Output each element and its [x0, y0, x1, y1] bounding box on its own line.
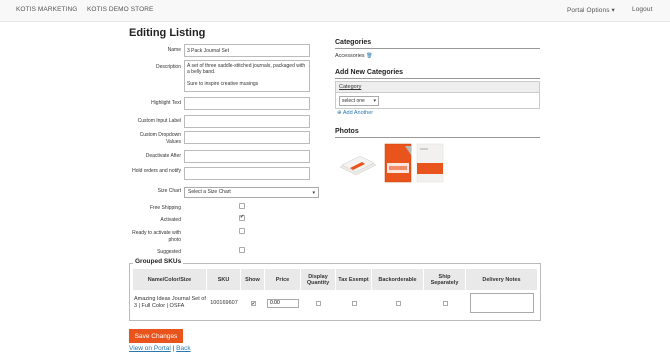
sku-row-name: Amazing Ideas Journal Set of 3 | Full Co…: [134, 296, 206, 309]
product-photo-1[interactable]: [338, 143, 378, 183]
trash-icon[interactable]: 🗑: [366, 53, 372, 59]
chevron-down-icon: ▾: [312, 190, 315, 196]
category-item-label: Accessories: [335, 53, 365, 59]
categories-heading: Categories: [335, 39, 372, 46]
chevron-down-icon: ▾: [373, 98, 376, 104]
custom-dropdown-label: Custom Dropdown Values: [139, 132, 181, 145]
description-label: Description: [155, 64, 181, 70]
tax-exempt-checkbox[interactable]: [351, 300, 357, 306]
col-header-price: Price: [265, 269, 301, 290]
highlight-text-label: Highlight Text: [151, 100, 181, 106]
name-input[interactable]: [184, 44, 310, 57]
logout-link[interactable]: Logout: [632, 6, 652, 13]
bottom-links: View on Portal | Back: [129, 345, 191, 352]
custom-input-label-input[interactable]: [184, 115, 310, 128]
col-header-ship-separately: Ship Separately: [424, 269, 466, 290]
free-shipping-label: Free Shipping: [149, 205, 181, 211]
grouped-skus-legend: Grouped SKUs: [133, 258, 184, 265]
size-chart-label: Size Chart: [157, 188, 181, 194]
col-header-display-quantity: Display Quantity: [301, 269, 336, 290]
category-select[interactable]: select one ▾: [339, 96, 379, 106]
custom-dropdown-input[interactable]: [184, 131, 310, 144]
col-header-name: Name/Color/Size: [133, 269, 207, 290]
category-column-header: Category: [336, 82, 539, 93]
store-link[interactable]: KOTIS DEMO STORE: [87, 6, 154, 13]
ready-to-activate-checkbox[interactable]: [239, 228, 245, 234]
add-categories-heading: Add New Categories: [335, 69, 404, 76]
sku-row-ship-cell: [424, 291, 466, 315]
brand-link[interactable]: KOTIS MARKETING: [16, 6, 77, 13]
suggested-checkbox[interactable]: [239, 247, 245, 253]
add-another-link[interactable]: ⊕ Add Another: [337, 110, 373, 116]
custom-input-label-label: Custom Input Label: [137, 118, 181, 124]
product-photo-3[interactable]: [415, 143, 445, 183]
divider: [335, 48, 540, 49]
add-another-label: Add Another: [342, 110, 374, 116]
sku-row-tax-cell: [336, 291, 372, 315]
col-header-sku: SKU: [207, 269, 241, 290]
category-item: Accessories 🗑: [335, 53, 373, 59]
free-shipping-checkbox[interactable]: [239, 203, 245, 209]
hold-orders-label: Hold orders and notify: [132, 168, 181, 174]
sku-row-backorder-cell: [372, 291, 424, 315]
deactivate-after-input[interactable]: [184, 150, 310, 163]
deactivate-after-label: Deactivate After: [145, 153, 181, 159]
backorderable-checkbox[interactable]: [395, 300, 401, 306]
divider: [335, 78, 540, 79]
name-label: Name: [167, 47, 181, 53]
col-header-show: Show: [241, 269, 265, 290]
ready-to-activate-label: Ready to activate with photo: [132, 230, 181, 243]
top-navbar: KOTIS MARKETING KOTIS DEMO STORE Portal …: [0, 0, 670, 22]
add-category-table: Category select one ▾: [335, 81, 540, 109]
category-select-value: select one: [342, 98, 365, 104]
ship-separately-checkbox[interactable]: [442, 300, 448, 306]
description-textarea[interactable]: A set of three saddle-stitched journals,…: [184, 60, 310, 92]
show-checkbox[interactable]: [250, 300, 256, 307]
col-header-backorderable: Backorderable: [372, 269, 424, 290]
sku-row-show-cell: [241, 291, 265, 315]
sku-row-display-qty-cell: [301, 291, 336, 315]
highlight-text-input[interactable]: [184, 97, 310, 110]
suggested-label: Suggested: [157, 249, 181, 255]
size-chart-select[interactable]: Select a Size Chart ▾: [184, 187, 319, 198]
link-separator: |: [172, 345, 175, 352]
sku-row-notes-cell: [466, 291, 538, 315]
delivery-notes-textarea[interactable]: [470, 293, 534, 313]
plus-circle-icon: ⊕: [337, 110, 342, 116]
display-quantity-checkbox[interactable]: [316, 300, 321, 306]
size-chart-value: Select a Size Chart: [188, 189, 231, 195]
portal-options-menu[interactable]: Portal Options ▾: [567, 6, 615, 14]
product-photo-2[interactable]: [383, 143, 413, 183]
sku-row-price-cell: [265, 291, 301, 315]
save-changes-button[interactable]: Save Changes: [129, 329, 183, 343]
photos-heading: Photos: [335, 128, 359, 135]
col-header-delivery-notes: Delivery Notes: [466, 269, 538, 290]
back-link[interactable]: Back: [176, 345, 190, 352]
price-input[interactable]: [267, 298, 299, 308]
col-header-tax-exempt: Tax Exempt: [336, 269, 372, 290]
view-on-portal-link[interactable]: View on Portal: [129, 345, 171, 352]
page-title: Editing Listing: [129, 27, 206, 39]
hold-orders-input[interactable]: [184, 167, 310, 180]
sku-row-sku: 100169607: [210, 299, 238, 306]
divider: [335, 137, 540, 138]
activated-label: Activated: [160, 217, 181, 223]
activated-checkbox[interactable]: [239, 214, 245, 221]
